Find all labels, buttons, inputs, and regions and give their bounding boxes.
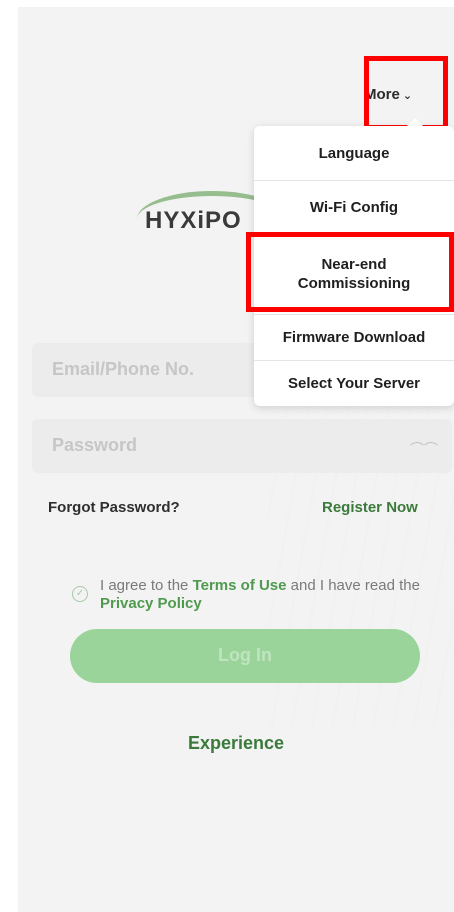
password-field[interactable]: Password ⌒⌒ — [32, 419, 452, 473]
highlight-near-end — [246, 232, 454, 312]
menu-item-wifi-config[interactable]: Wi-Fi Config — [254, 180, 454, 235]
email-placeholder: Email/Phone No. — [52, 359, 195, 379]
privacy-link[interactable]: Privacy Policy — [100, 595, 202, 612]
menu-item-language[interactable]: Language — [254, 126, 454, 181]
agree-prefix: I agree to the — [100, 577, 189, 594]
login-button[interactable]: Log In — [70, 629, 420, 683]
menu-item-select-server[interactable]: Select Your Server — [254, 360, 454, 406]
login-button-label: Log In — [218, 645, 272, 665]
terms-link[interactable]: Terms of Use — [193, 577, 287, 594]
logo-text: HYXiPO — [145, 207, 242, 234]
agreement-text: I agree to the Terms of Use and I have r… — [100, 577, 444, 613]
experience-link[interactable]: Experience — [18, 733, 454, 754]
check-circle-icon[interactable]: ✓ — [72, 586, 88, 602]
forgot-password-link[interactable]: Forgot Password? — [48, 499, 180, 516]
password-placeholder: Password — [52, 435, 138, 455]
eye-closed-icon[interactable]: ⌒⌒ — [410, 439, 438, 459]
register-now-link[interactable]: Register Now — [322, 499, 418, 516]
menu-item-firmware-download[interactable]: Firmware Download — [254, 314, 454, 361]
agree-mid: and I have read the — [290, 577, 420, 594]
